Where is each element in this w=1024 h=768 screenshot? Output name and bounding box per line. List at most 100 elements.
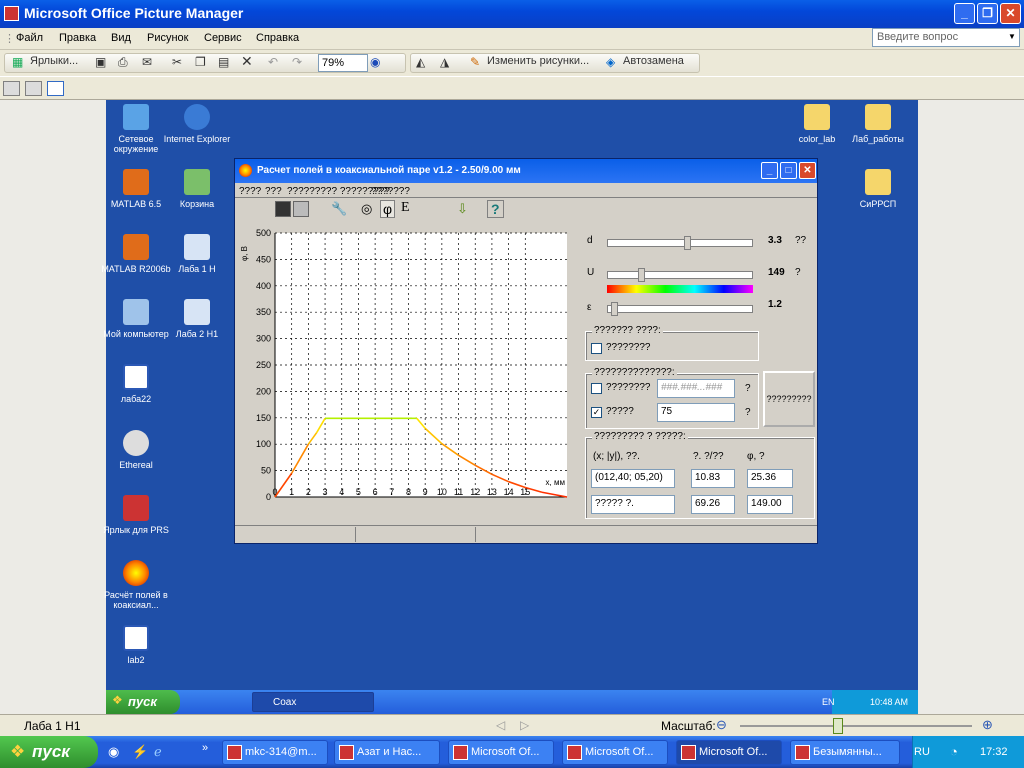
save-icon[interactable]: ▣ [95,55,106,69]
coords-field[interactable]: (012,40; 05,20) [591,469,675,488]
dialog-close-button[interactable]: ✕ [799,162,816,179]
autocorrect-button[interactable]: Автозамена [623,55,684,67]
restore-button[interactable]: ❐ [977,3,998,24]
menu-view[interactable]: Вид [111,32,131,44]
quicklaunch-icon[interactable]: ◉ [108,744,119,760]
paste-icon[interactable]: ▤ [218,55,229,69]
zoom-slider[interactable] [740,725,972,727]
task-item-mail[interactable]: mkc-314@m... [222,740,328,765]
inner-taskbar [106,690,918,714]
desktop-icon-lab1[interactable]: Лаба 1 Н [162,234,232,274]
dialog-menu-1[interactable]: ???? [239,186,261,197]
menu-tools[interactable]: Сервис [204,32,242,44]
taskbar-chevron[interactable]: » [202,742,208,754]
group-1-checkbox[interactable] [591,343,602,354]
desktop-icon-lab2[interactable]: Лаба 2 Н1 [162,299,232,339]
task-item-paint[interactable]: Безымянны... [790,740,900,765]
task-item-azat[interactable]: Азат и Нас... [334,740,440,765]
group-2-row1-input[interactable]: ###.###...### [657,379,735,398]
minimize-button[interactable]: _ [954,3,975,24]
menu-file[interactable]: Файл [16,32,43,44]
x-tick-label: 2 [306,487,311,497]
export-icon[interactable]: ⇩ [457,201,468,217]
menu-help[interactable]: Справка [256,32,299,44]
u-slider[interactable] [607,268,753,282]
undo-icon[interactable]: ↶ [268,55,278,69]
menu-picture[interactable]: Рисунок [147,32,189,44]
task-item-office-3[interactable]: Microsoft Of... [676,740,782,765]
print-icon[interactable]: ⎙ [118,55,128,70]
edit-pictures-button[interactable]: Изменить рисунки... [487,55,589,67]
field-value-2[interactable]: 69.26 [691,495,735,514]
delete-icon[interactable]: ✕ [241,53,253,70]
group-2-row2-input[interactable]: 75 [657,403,735,422]
rotate-right-icon[interactable]: ◮ [440,55,449,69]
redo-icon[interactable]: ↷ [292,55,302,69]
zoom-out-icon[interactable]: ⊖ [716,717,727,733]
filmstrip-view-icon[interactable] [25,81,42,96]
zoom-in-icon[interactable]: ⊕ [982,717,993,733]
zoom-select[interactable]: 79% [318,54,368,72]
copy-icon[interactable]: ❐ [195,55,206,69]
group-2-checkbox-2[interactable]: ✓ [591,407,602,418]
chevron-down-icon[interactable]: ▼ [1008,32,1016,41]
potential-value-2[interactable]: 149.00 [747,495,793,514]
desktop-icon-computer[interactable]: Мой компьютер [101,299,171,339]
desktop-icon-recycle[interactable]: Корзина [162,169,232,209]
thumbnail-view-icon[interactable] [3,81,20,96]
ie-icon[interactable]: ℯ [154,744,162,760]
prev-picture-icon[interactable]: ◁ [496,718,505,732]
ask-question-input[interactable]: Введите вопрос [872,28,1020,47]
network-tray-icon[interactable]: ◔ [950,744,958,759]
group-2-checkbox-1[interactable] [591,383,602,394]
language-indicator[interactable]: RU [914,746,930,758]
desktop-icon-network[interactable]: Сетевое окружение [101,104,171,154]
coords-field-2[interactable]: ????? ?. [591,495,675,514]
u-slider-thumb[interactable] [638,268,646,282]
d-slider[interactable] [607,236,753,250]
calculate-button[interactable]: ????????? [763,371,815,427]
field-mode-button[interactable]: E [401,200,410,216]
potential-mode-button[interactable]: φ [380,200,396,218]
quicklaunch-icon[interactable]: ⚡ [132,744,148,760]
zoom-slider-thumb[interactable] [833,718,844,734]
email-icon[interactable]: ✉ [142,55,152,69]
desktop-icon-ethereal[interactable]: Ethereal [101,430,171,470]
desktop-icon-matlab65[interactable]: MATLAB 6.5 [101,169,171,209]
desktop-icon-coax[interactable]: Расчёт полей в коаксиал... [101,560,171,610]
desktop-icon-prs[interactable]: Ярлык для PRS [101,495,171,535]
help-icon[interactable]: ◉ [370,55,380,69]
task-item-office-2[interactable]: Microsoft Of... [562,740,668,765]
desktop-icon-labs[interactable]: Лаб_работы [843,104,913,144]
eps-slider[interactable] [607,302,753,316]
dialog-menu-2[interactable]: ??? [265,186,282,197]
desktop-icon-colorlab[interactable]: color_lab [782,104,852,144]
rotate-left-icon[interactable]: ◭ [416,55,425,69]
settings-icon[interactable]: 🔧 [331,201,347,217]
desktop-icon-laba22[interactable]: лаба22 [101,364,171,404]
desktop-icon-matlab2006[interactable]: MATLAB R2006b [101,234,171,274]
next-picture-icon[interactable]: ▷ [520,718,529,732]
close-button[interactable]: ✕ [1000,3,1021,24]
task-item-office-1[interactable]: Microsoft Of... [448,740,554,765]
help-button[interactable]: ? [487,200,504,218]
field-value[interactable]: 10.83 [691,469,735,488]
desktop-icon-lab2doc[interactable]: lab2 [101,625,171,665]
col-field-header: ?. ?/?? [693,451,724,462]
potential-value[interactable]: 25.36 [747,469,793,488]
d-slider-thumb[interactable] [683,236,691,250]
cut-icon[interactable]: ✂ [172,55,182,69]
dialog-menu-4[interactable]: ??????? [371,186,410,197]
dialog-minimize-button[interactable]: _ [761,162,778,179]
shortcuts-button[interactable]: Ярлыки... [30,55,78,67]
eps-slider-thumb[interactable] [610,302,618,316]
desktop-icon-ie[interactable]: Internet Explorer [162,104,232,144]
dialog-maximize-button[interactable]: □ [780,162,797,179]
menu-edit[interactable]: Правка [59,32,96,44]
coax-section-icon[interactable]: ◎ [361,201,372,217]
save-icon[interactable] [275,201,291,217]
single-view-icon[interactable] [47,81,64,96]
print-icon[interactable] [293,201,309,217]
dialog-title: Расчет полей в коаксиальной паре v1.2 - … [257,165,521,176]
desktop-icon-sirrsp[interactable]: СиРРСП [843,169,913,209]
